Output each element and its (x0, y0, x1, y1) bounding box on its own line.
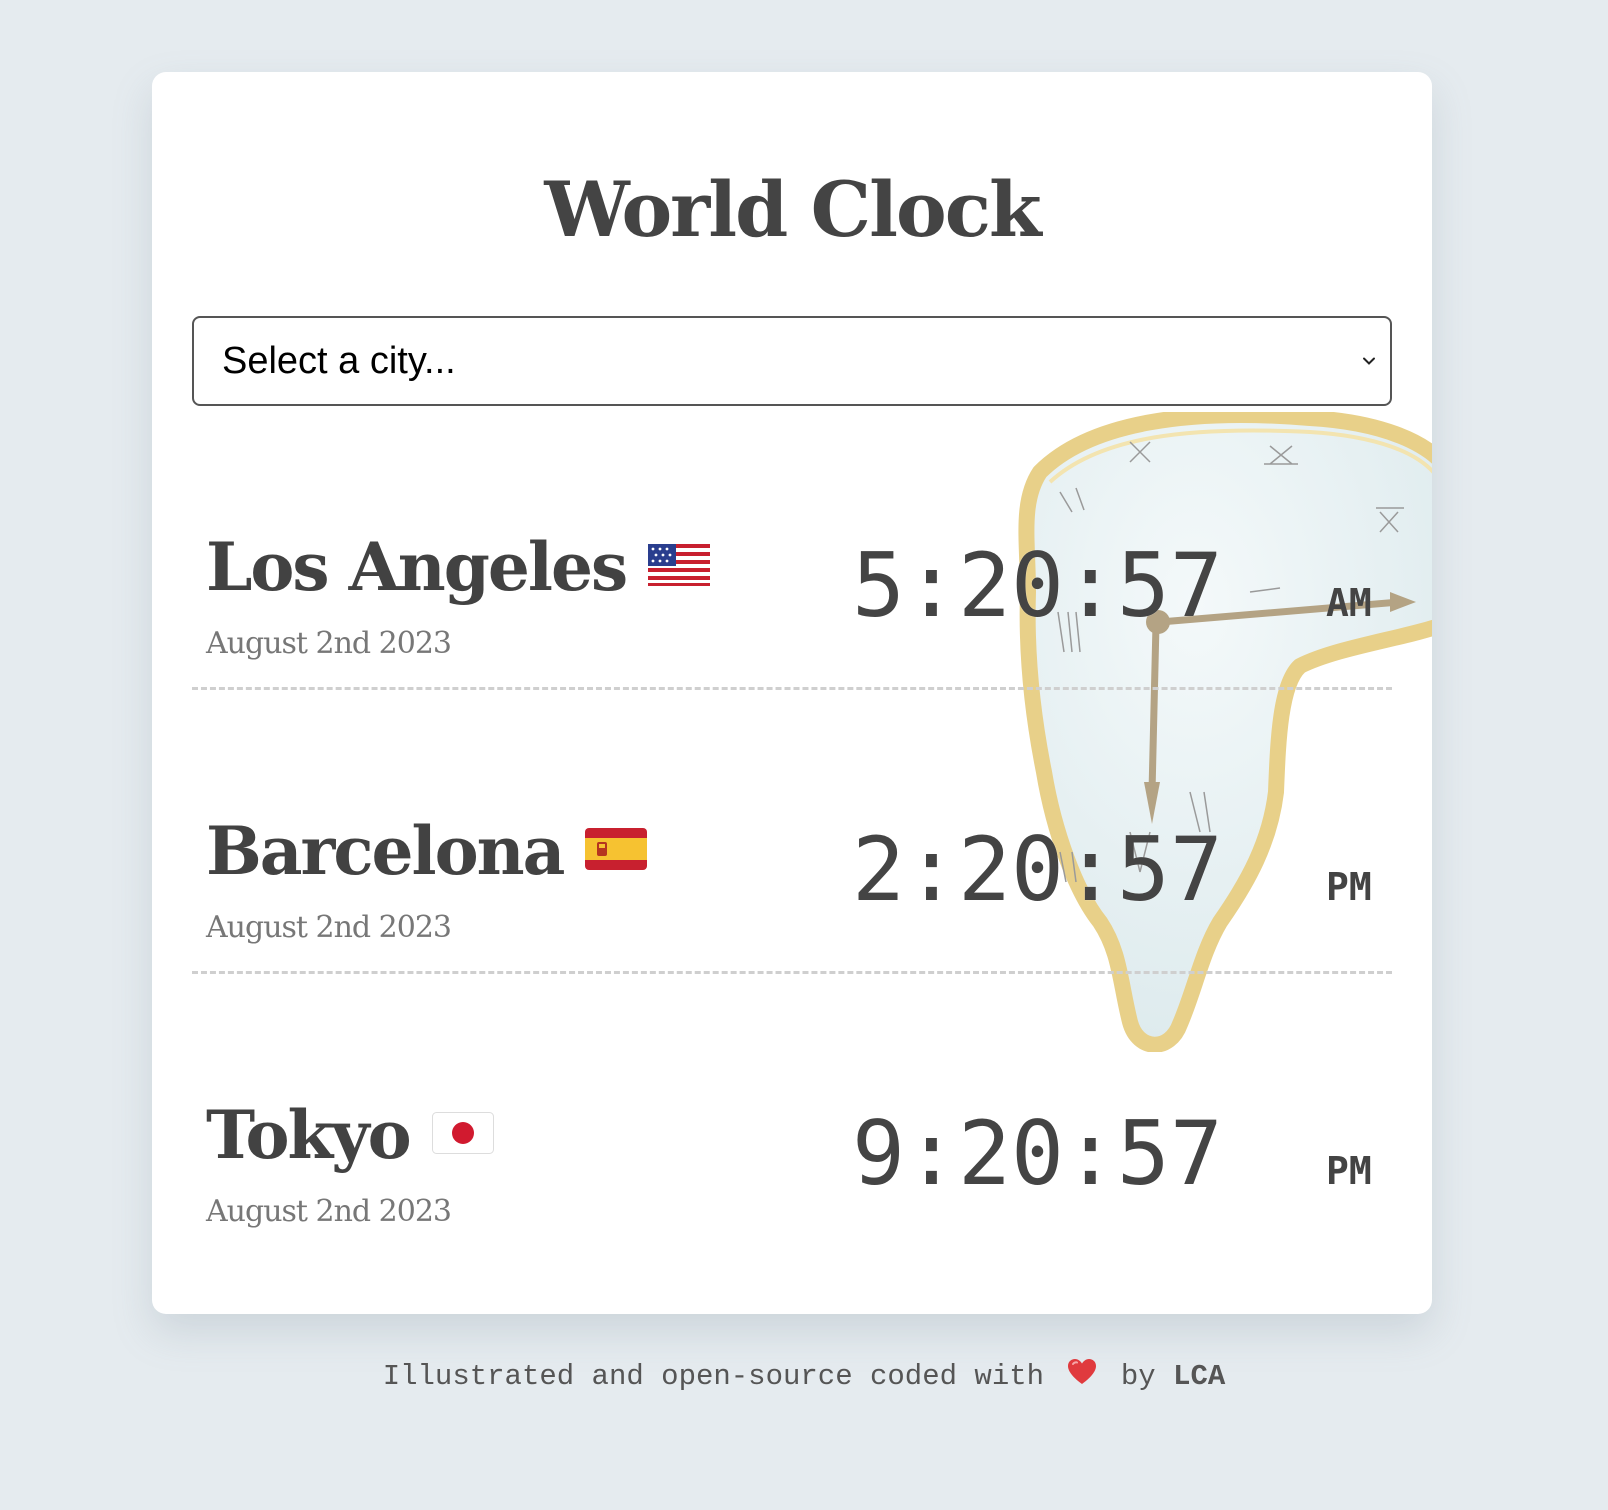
clock-period: AM (1326, 581, 1372, 625)
city-select-value: Select a city... (222, 340, 456, 382)
city-name: Barcelona (206, 818, 648, 884)
clock-time: 5:20:57 (852, 534, 1223, 637)
clock-row-los-angeles: Los Angeles August 2nd 2023 5:20:57 AM (192, 452, 1392, 682)
row-divider (192, 971, 1392, 974)
clock-row-barcelona: Barcelona August 2nd 2023 2:20:57 PM (192, 736, 1392, 966)
city-label: Barcelona (206, 812, 565, 890)
world-clock-card: World Clock Select a city... Los Angeles… (152, 72, 1432, 1314)
page-title: World Clock (544, 165, 1041, 254)
footer-credit: Illustrated and open-source coded with b… (0, 1359, 1608, 1393)
city-name: Los Angeles (206, 534, 711, 600)
footer-by: by (1120, 1360, 1156, 1393)
clock-time: 2:20:57 (852, 818, 1223, 921)
clock-time: 9:20:57 (852, 1102, 1223, 1205)
city-date: August 2nd 2023 (206, 1194, 452, 1229)
chevron-down-icon (1363, 357, 1375, 365)
city-name: Tokyo (206, 1102, 494, 1168)
city-date: August 2nd 2023 (206, 910, 452, 945)
city-select[interactable]: Select a city... (192, 316, 1392, 406)
us-flag-icon (648, 544, 711, 586)
city-date: August 2nd 2023 (206, 626, 452, 661)
japan-flag-icon (431, 1112, 494, 1154)
clock-period: PM (1326, 865, 1372, 909)
clock-period: PM (1326, 1149, 1372, 1193)
city-label: Los Angeles (206, 528, 628, 606)
author-link[interactable]: LCA (1173, 1360, 1225, 1393)
spain-flag-icon (585, 828, 648, 870)
footer-text: Illustrated and open-source coded with (382, 1360, 1045, 1393)
heart-icon (1068, 1359, 1097, 1385)
clock-row-tokyo: Tokyo August 2nd 2023 9:20:57 PM (192, 1020, 1392, 1250)
city-label: Tokyo (206, 1096, 412, 1174)
row-divider (192, 687, 1392, 690)
